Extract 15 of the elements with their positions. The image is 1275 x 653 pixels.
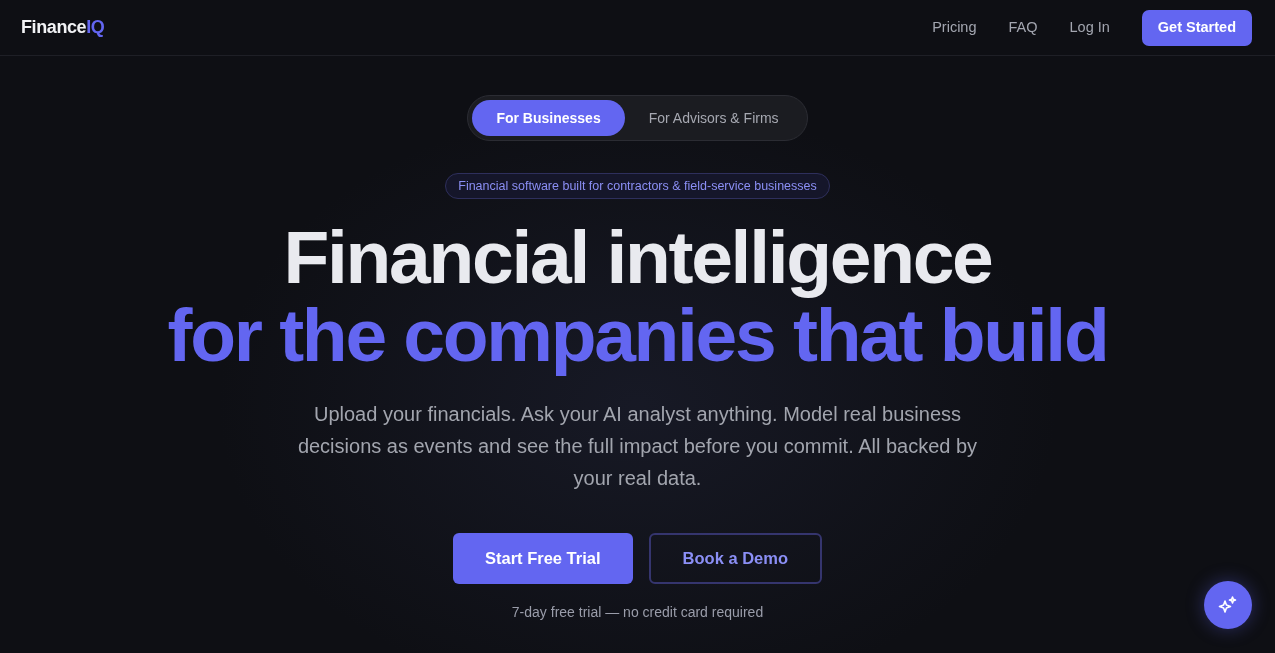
book-demo-button[interactable]: Book a Demo bbox=[648, 533, 822, 584]
nav-link[interactable]: FAQ bbox=[1008, 16, 1038, 39]
trial-note-text: 7-day free trial — no credit card required bbox=[511, 603, 764, 622]
audience-tab[interactable]: For Advisors & Firms bbox=[624, 100, 803, 136]
nav-link[interactable]: Log In bbox=[1069, 16, 1110, 39]
start-trial-button[interactable]: Start Free Trial bbox=[453, 533, 633, 584]
sparkle-icon bbox=[1218, 595, 1238, 615]
audience-tab[interactable]: For Businesses bbox=[472, 100, 625, 136]
ai-assistant-button[interactable] bbox=[1204, 581, 1252, 629]
nav-link[interactable]: Pricing bbox=[932, 16, 977, 39]
subtitle-text: Upload your financials. Ask your AI analyst anything. Model real business decisions as events and see the full impact before you commit. All backed by your real data. bbox=[296, 402, 979, 491]
logo[interactable]: FinanceIQ bbox=[21, 14, 105, 41]
get-started-button[interactable]: Get Started bbox=[1141, 9, 1252, 46]
tagline-pill: Financial software built for contractors & field-service businesses bbox=[445, 173, 830, 199]
headline-text: Financial intelligence bbox=[283, 218, 992, 296]
